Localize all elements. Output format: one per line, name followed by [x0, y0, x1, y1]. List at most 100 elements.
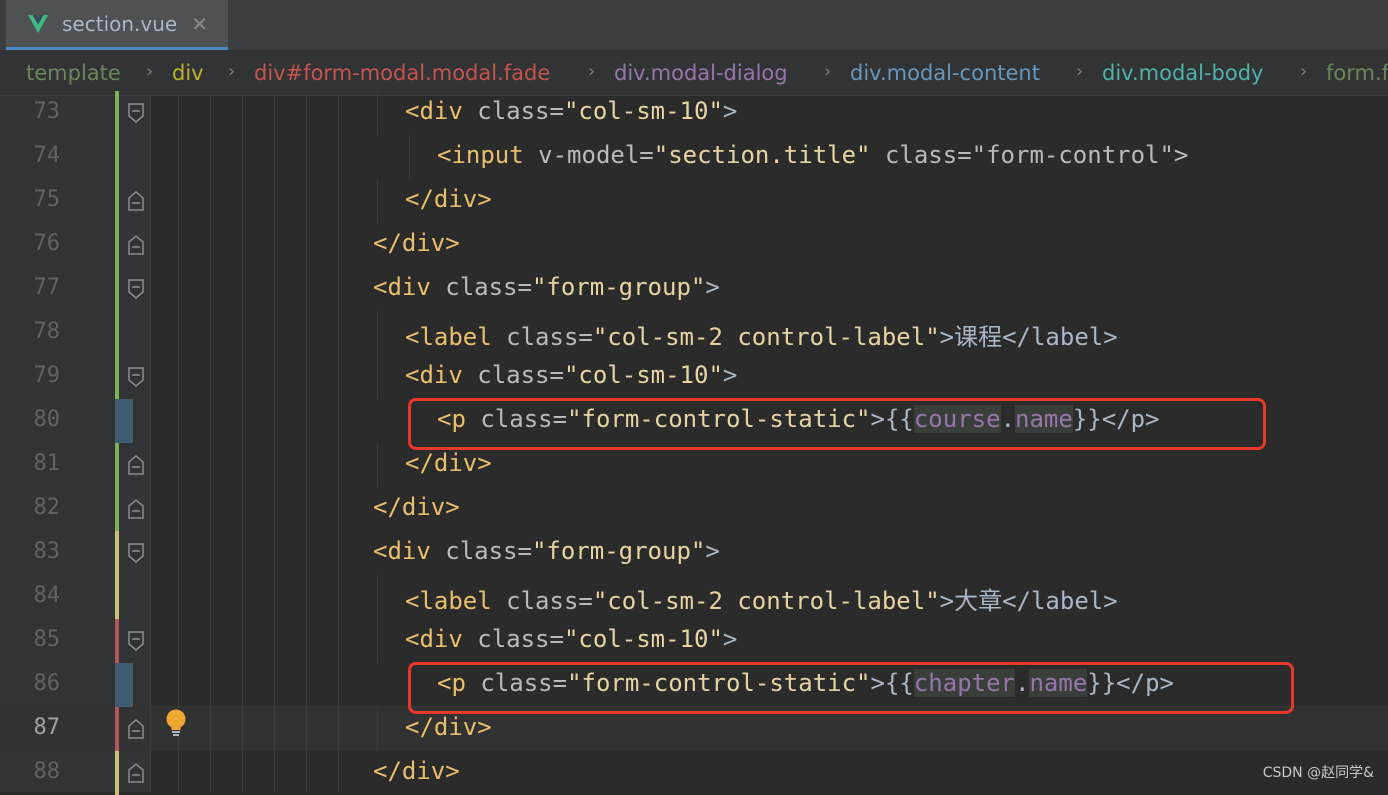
vcs-change-marker[interactable]: [115, 619, 119, 663]
code-token: <input: [437, 141, 524, 169]
fold-marker-icon[interactable]: [128, 103, 144, 123]
vcs-change-marker[interactable]: [115, 267, 119, 311]
code-token: </div>: [373, 757, 460, 785]
code-line[interactable]: </div>: [373, 757, 460, 785]
vcs-change-marker[interactable]: [115, 179, 119, 223]
vcs-change-marker[interactable]: [115, 223, 119, 267]
indent-guide: [377, 619, 378, 663]
breadcrumb-item[interactable]: div.modal-body: [1102, 61, 1264, 85]
vcs-change-marker[interactable]: [115, 355, 119, 399]
fold-marker-icon[interactable]: [128, 499, 144, 519]
fold-marker-icon[interactable]: [128, 455, 144, 475]
fold-marker-icon[interactable]: [128, 763, 144, 783]
code-token: class=: [491, 323, 593, 351]
code-line[interactable]: <input v-model="section.title" class="fo…: [437, 141, 1188, 169]
code-line[interactable]: </div>: [405, 449, 492, 477]
code-line[interactable]: </div>: [405, 713, 492, 741]
code-token: v-model=: [523, 141, 654, 169]
code-token: >: [722, 97, 738, 125]
lightbulb-icon[interactable]: [163, 708, 189, 738]
vcs-change-marker[interactable]: [115, 751, 119, 795]
line-number: 73: [33, 99, 61, 124]
code-line[interactable]: <div class="col-sm-10">: [405, 361, 737, 389]
code-token: </div>: [405, 449, 492, 477]
close-icon[interactable]: ✕: [191, 12, 208, 36]
breadcrumb-item[interactable]: form.f: [1326, 61, 1388, 85]
fold-marker-icon[interactable]: [128, 235, 144, 255]
indent-guide: [377, 575, 378, 619]
code-token: "form-group": [531, 537, 706, 565]
code-token: >: [705, 273, 720, 301]
indent-guide: [338, 96, 339, 792]
code-token: <label: [405, 587, 492, 615]
indent-guide: [242, 96, 243, 792]
vcs-change-marker[interactable]: [115, 487, 119, 531]
code-token: "col-sm-10": [563, 97, 723, 125]
code-line[interactable]: <div class="col-sm-10">: [405, 625, 737, 653]
breadcrumb-separator: ›: [1300, 61, 1308, 82]
indent-guide: [178, 96, 179, 792]
breadcrumb-item[interactable]: div#form-modal.modal.fade: [254, 61, 550, 85]
indent-guide: [210, 96, 211, 792]
fold-marker-icon[interactable]: [128, 279, 144, 299]
fold-marker-icon[interactable]: [128, 719, 144, 739]
vcs-change-marker[interactable]: [115, 311, 119, 355]
tab-section-vue[interactable]: section.vue ✕: [6, 0, 228, 50]
breadcrumb: template › div › div#form-modal.modal.fade › d…: [0, 50, 1388, 96]
vcs-change-marker[interactable]: [115, 135, 119, 179]
vcs-change-marker[interactable]: [115, 399, 133, 443]
line-number: 75: [33, 187, 61, 212]
line-number: 85: [33, 627, 61, 652]
line-number: 81: [33, 451, 61, 476]
watermark: CSDN @赵同学&: [1262, 765, 1374, 781]
code-line[interactable]: </div>: [373, 229, 460, 257]
code-token: <label: [405, 323, 492, 351]
fold-marker-icon[interactable]: [128, 543, 144, 563]
indent-guide: [306, 96, 307, 792]
highlight-box: [408, 398, 1266, 450]
code-line[interactable]: <label class="col-sm-2 control-label">课程…: [405, 317, 1118, 352]
code-line[interactable]: </div>: [405, 185, 492, 213]
line-number: 77: [33, 275, 61, 300]
code-token: class=: [430, 537, 532, 565]
code-token: "form-group": [531, 273, 706, 301]
tab-title: section.vue: [62, 11, 178, 36]
indent-guide: [377, 311, 378, 355]
breadcrumb-separator: ›: [824, 61, 832, 82]
fold-marker-icon[interactable]: [128, 367, 144, 387]
vcs-change-marker[interactable]: [115, 443, 119, 487]
fold-marker-icon[interactable]: [128, 191, 144, 211]
code-token: class=: [430, 273, 532, 301]
code-line[interactable]: <div class="form-group">: [373, 537, 720, 565]
line-number: 80: [33, 407, 61, 432]
code-line[interactable]: <div class="col-sm-10">: [405, 97, 737, 125]
vcs-change-marker[interactable]: [115, 91, 119, 135]
code-token: class="form-control">: [870, 141, 1189, 169]
breadcrumb-item[interactable]: template: [26, 61, 121, 85]
vcs-change-marker[interactable]: [115, 531, 119, 575]
code-token: >: [722, 625, 738, 653]
breadcrumb-item[interactable]: div: [172, 61, 204, 85]
vue-icon: [28, 14, 48, 33]
code-token: class=: [462, 97, 564, 125]
breadcrumb-item[interactable]: div.modal-content: [850, 61, 1040, 85]
indent-guide: [377, 707, 378, 751]
highlight-box: [408, 662, 1294, 714]
code-token: <div: [405, 625, 463, 653]
code-token: <div: [373, 537, 431, 565]
vcs-change-marker[interactable]: [115, 575, 119, 619]
code-line[interactable]: <div class="form-group">: [373, 273, 720, 301]
line-number: 79: [33, 363, 61, 388]
breadcrumb-item[interactable]: div.modal-dialog: [614, 61, 788, 85]
code-line[interactable]: </div>: [373, 493, 460, 521]
breadcrumb-separator: ›: [1076, 61, 1084, 82]
code-token: >大章</label>: [939, 587, 1118, 615]
code-token: >: [705, 537, 720, 565]
vcs-change-marker[interactable]: [115, 707, 119, 751]
code-line[interactable]: <label class="col-sm-2 control-label">大章…: [405, 581, 1118, 616]
code-token: "col-sm-2 control-label": [592, 323, 940, 351]
fold-marker-icon[interactable]: [128, 631, 144, 651]
code-token: </div>: [405, 185, 492, 213]
vcs-change-marker[interactable]: [115, 663, 133, 707]
line-number: 86: [33, 671, 61, 696]
